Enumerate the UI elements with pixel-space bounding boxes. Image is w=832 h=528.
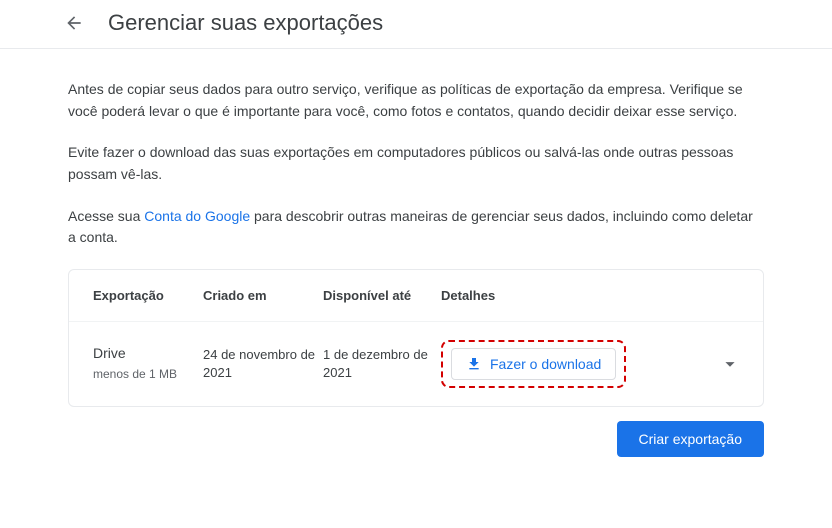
download-label: Fazer o download [490,356,601,372]
col-header-available: Disponível até [323,288,441,303]
google-account-link[interactable]: Conta do Google [144,208,250,224]
intro-paragraph-3: Acesse sua Conta do Google para descobri… [68,206,764,249]
back-arrow-icon[interactable] [62,11,86,35]
intro-paragraph-1: Antes de copiar seus dados para outro se… [68,79,764,122]
cell-export: Drive menos de 1 MB [93,345,203,383]
intro-paragraph-2: Evite fazer o download das suas exportaç… [68,142,764,185]
download-icon [466,356,482,372]
page-header: Gerenciar suas exportações [0,0,832,49]
intro-text-3a: Acesse sua [68,208,144,224]
create-export-button[interactable]: Criar exportação [617,421,765,457]
exports-table-header: Exportação Criado em Disponível até Deta… [69,270,763,322]
chevron-down-icon [719,353,741,375]
download-button[interactable]: Fazer o download [451,348,616,380]
download-highlight: Fazer o download [441,340,626,388]
col-header-created: Criado em [203,288,323,303]
cell-created: 24 de novembro de 2021 [203,346,323,382]
expand-button[interactable] [715,349,745,379]
cell-details: Fazer o download [441,340,641,388]
cell-available: 1 de dezembro de 2021 [323,346,441,382]
exports-panel: Exportação Criado em Disponível até Deta… [68,269,764,407]
col-header-details: Detalhes [441,288,641,303]
actions-bar: Criar exportação [68,421,764,457]
main-content: Antes de copiar seus dados para outro se… [0,49,832,457]
page-title: Gerenciar suas exportações [108,10,383,36]
export-size: menos de 1 MB [93,367,203,383]
col-header-export: Exportação [93,288,203,303]
export-name: Drive [93,345,203,361]
table-row: Drive menos de 1 MB 24 de novembro de 20… [69,322,763,406]
